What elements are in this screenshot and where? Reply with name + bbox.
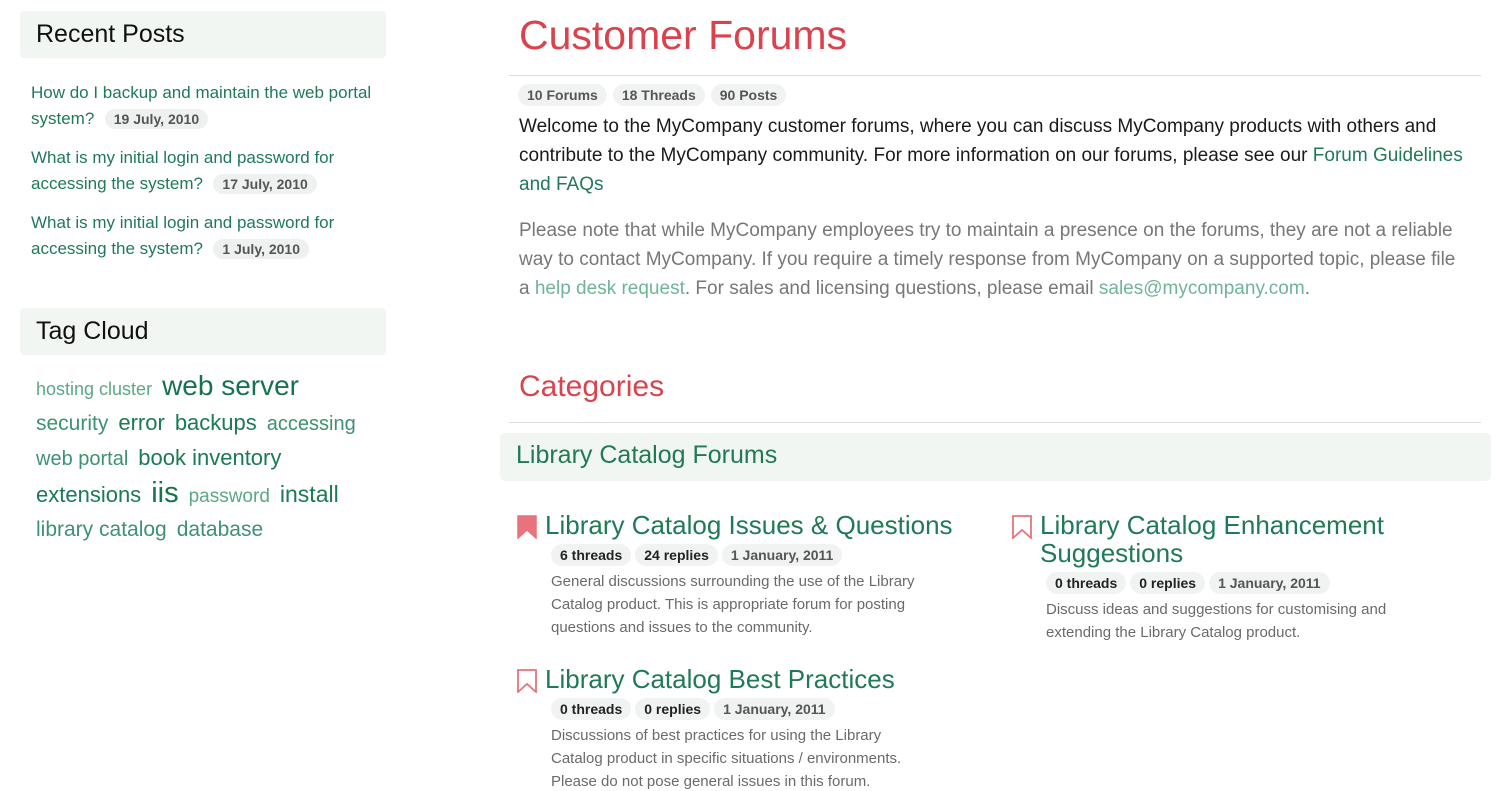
tag-cloud-heading: Tag Cloud [20,308,386,355]
tag-link[interactable]: hosting cluster [36,373,152,405]
forum-stats: 10 Forums 18 Threads 90 Posts [509,76,1481,106]
tag-link[interactable]: install [280,478,339,510]
tag-link[interactable]: error [118,407,164,439]
forum-card: Library Catalog Best Practices 0 threads… [517,665,957,791]
date-badge: 1 January, 2011 [714,698,835,720]
bookmark-icon [517,515,537,539]
forum-stat-badges: 0 threads 0 replies 1 January, 2011 [517,693,957,720]
tag-link[interactable]: security [36,408,108,440]
divider [509,422,1481,423]
bookmark-icon [517,669,537,693]
replies-badge: 24 replies [635,544,718,566]
tag-link[interactable]: password [189,481,270,513]
forum-title-link[interactable]: Library Catalog Best Practices [545,665,895,693]
tag-link[interactable]: library catalog [36,514,167,546]
intro-text: Welcome to the MyCompany customer forums… [519,116,1437,166]
note-text: . [1304,278,1310,299]
threads-badge: 0 threads [551,698,632,720]
threads-badge: 6 threads [551,544,632,566]
date-badge: 1 January, 2011 [1209,572,1330,594]
post-date: 17 July, 2010 [213,174,317,194]
forum-description: Discussions of best practices for using … [551,727,902,790]
tag-link[interactable]: iis [151,477,178,509]
threads-badge: 0 threads [1046,572,1127,594]
intro-paragraph: Welcome to the MyCompany customer forums… [509,106,1481,199]
tag-link[interactable]: backups [175,407,257,439]
forum-description: General discussions surrounding the use … [551,573,915,636]
tag-link[interactable]: book inventory [138,442,281,474]
list-item: What is my initial login and password fo… [31,210,374,262]
posts-count-badge: 90 Posts [710,84,787,106]
sidebar: Recent Posts How do I backup and maintai… [20,11,386,548]
threads-count-badge: 18 Threads [612,84,705,106]
category-group-heading: Library Catalog Forums [500,433,1491,481]
main-content: Customer Forums 10 Forums 18 Threads 90 Po… [500,10,1491,481]
date-badge: 1 January, 2011 [721,544,843,566]
list-item: What is my initial login and password fo… [31,145,374,197]
page-title: Customer Forums [519,12,848,58]
forum-card: Library Catalog Issues & Questions 6 thr… [517,511,957,639]
replies-badge: 0 replies [635,698,711,720]
categories-heading: Categories [519,370,665,403]
forum-card: Library Catalog Enhancement Suggestions … [1012,511,1452,644]
forum-title-link[interactable]: Library Catalog Issues & Questions [545,511,953,539]
help-desk-link[interactable]: help desk request [535,278,685,299]
note-paragraph: Please note that while MyCompany employe… [509,199,1481,303]
forums-count-badge: 10 Forums [518,84,607,106]
sales-email-link[interactable]: sales@mycompany.com [1099,278,1305,299]
forum-stat-badges: 6 threads 24 replies 1 January, 2011 [517,539,957,566]
tag-link[interactable]: database [177,514,263,546]
tag-link[interactable]: accessing [267,408,356,440]
post-date: 19 July, 2010 [104,109,209,129]
forum-title-link[interactable]: Library Catalog Enhancement Suggestions [1040,511,1452,567]
forum-description: Discuss ideas and suggestions for custom… [1046,601,1387,641]
post-date: 1 July, 2010 [213,239,309,259]
recent-posts-list: How do I backup and maintain the web por… [20,58,386,262]
forum-stat-badges: 0 threads 0 replies 1 January, 2011 [1012,567,1452,594]
tag-cloud: hosting cluster web server security error b… [20,355,386,548]
recent-posts-heading: Recent Posts [20,11,386,58]
note-text: . For sales and licensing questions, ple… [684,278,1094,299]
list-item: How do I backup and maintain the web por… [31,80,374,132]
tag-link[interactable]: web portal [36,443,128,475]
replies-badge: 0 replies [1130,572,1206,594]
tag-link[interactable]: extensions [36,479,141,511]
bookmark-icon [1012,515,1032,539]
tag-link[interactable]: web server [162,370,299,402]
